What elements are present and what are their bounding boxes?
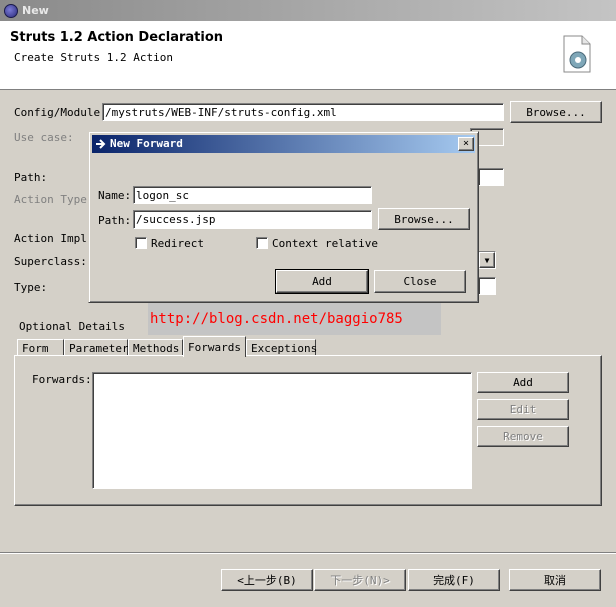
config-module-input[interactable]: /mystruts/WEB-INF/struts-config.xml [102, 103, 504, 121]
type-input[interactable] [478, 277, 496, 295]
dialog-title-bar: New Forward × [92, 135, 475, 153]
context-relative-label: Context relative [272, 237, 378, 250]
footer-separator [0, 552, 616, 554]
dialog-add-button[interactable]: Add [275, 269, 369, 294]
watermark-text: http://blog.csdn.net/baggio785 [148, 303, 441, 335]
forward-path-input[interactable]: /success.jsp [133, 210, 372, 229]
window-title-bar: New [0, 0, 616, 22]
window-title: New [22, 4, 49, 17]
forwards-list[interactable] [92, 372, 472, 489]
redirect-label: Redirect [151, 237, 204, 250]
arrow-icon [96, 139, 106, 149]
eclipse-icon [4, 4, 18, 18]
config-browse-button[interactable]: Browse... [510, 101, 602, 123]
path-label: Path: [14, 171, 48, 184]
context-relative-checkbox[interactable] [256, 237, 268, 249]
action-type-label: Action Type: [14, 193, 94, 206]
use-case-label: Use case: [14, 131, 74, 144]
tab-form[interactable]: Form [17, 339, 64, 356]
chevron-down-icon[interactable]: ▼ [479, 252, 495, 268]
forward-browse-button[interactable]: Browse... [378, 208, 470, 230]
action-impl-label: Action Impl: [14, 232, 94, 245]
next-button[interactable]: 下一步(N)> [314, 569, 406, 591]
redirect-checkbox[interactable] [135, 237, 147, 249]
config-module-label: Config/Module: [14, 106, 107, 119]
forwards-label: Forwards: [32, 373, 92, 386]
new-forward-dialog: New Forward × Name: logon_sc Path: /succ… [88, 131, 479, 303]
forward-remove-button[interactable]: Remove [477, 426, 569, 447]
superclass-label: Superclass: [14, 255, 87, 268]
tab-methods[interactable]: Methods [128, 339, 183, 356]
forward-path-label: Path: [98, 214, 132, 227]
path-input[interactable] [478, 168, 504, 186]
finish-button[interactable]: 完成(F) [408, 569, 500, 591]
forward-name-input[interactable]: logon_sc [133, 186, 372, 204]
page-subtitle: Create Struts 1.2 Action [14, 51, 173, 64]
cancel-button[interactable]: 取消 [509, 569, 601, 591]
tab-parameter[interactable]: Parameter [64, 339, 129, 356]
forward-name-label: Name: [98, 189, 132, 202]
optional-details-label: Optional Details [19, 320, 125, 333]
type-label: Type: [14, 281, 48, 294]
forward-edit-button[interactable]: Edit [477, 399, 569, 420]
dialog-close-icon[interactable]: × [458, 137, 474, 151]
back-button[interactable]: <上一步(B) [221, 569, 313, 591]
forward-add-button[interactable]: Add [477, 372, 569, 393]
tab-forwards[interactable]: Forwards [183, 336, 246, 357]
page-title: Struts 1.2 Action Declaration [10, 30, 224, 45]
page-gear-icon [563, 35, 591, 73]
tab-exceptions[interactable]: Exceptions [246, 339, 317, 356]
dialog-title: New Forward [110, 137, 183, 150]
dialog-close-button[interactable]: Close [374, 270, 466, 293]
